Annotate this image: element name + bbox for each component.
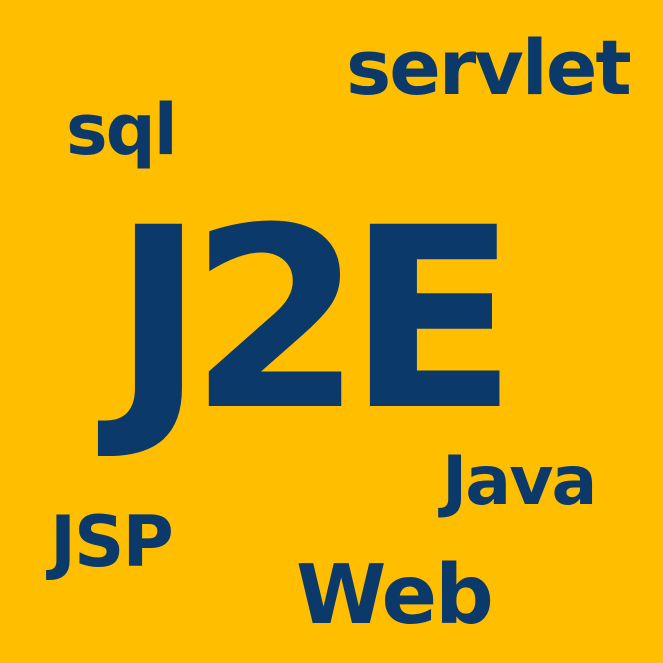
word-sql: sql <box>66 89 178 171</box>
word-cloud-canvas: servlet sql J2E Java JSP Web <box>0 0 663 663</box>
word-java: Java <box>442 442 597 521</box>
word-web: Web <box>296 548 494 643</box>
word-jsp: JSP <box>50 501 174 583</box>
word-servlet: servlet <box>346 23 632 112</box>
main-title: J2E <box>112 174 518 465</box>
